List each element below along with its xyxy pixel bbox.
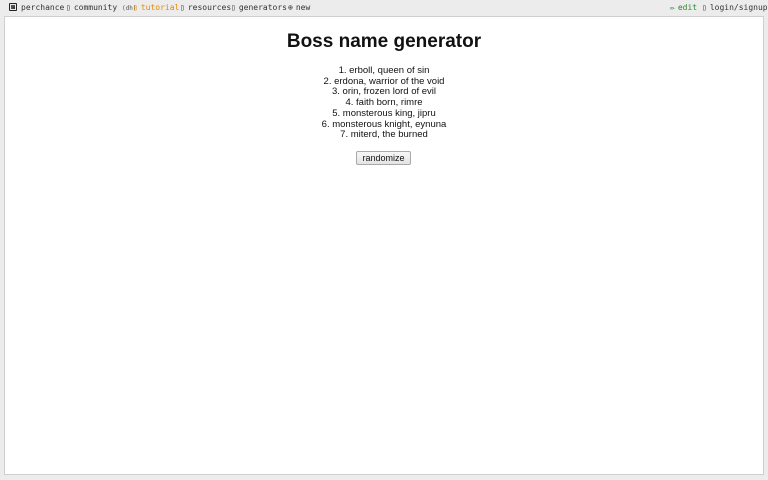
nav-new-label: new — [295, 3, 311, 12]
nav-home-link[interactable]: perchance — [9, 3, 64, 12]
boss-name-list: 1. erboll, queen of sin 2. erdona, warri… — [5, 65, 763, 141]
nav-home-label: perchance — [21, 3, 65, 12]
generator-output-frame: Boss name generator 1. erboll, queen of … — [4, 16, 764, 475]
nav-resources-label: resources — [187, 3, 232, 12]
top-navigation-bar: perchance ▯ community (dh) ▯ tutorial ▯ res… — [0, 0, 768, 16]
nav-generators-link[interactable]: ▯ generators — [231, 3, 287, 12]
nav-new-link[interactable]: ⊕ new — [288, 3, 310, 12]
pencil-icon: ✏ — [670, 3, 675, 12]
nav-edit-link[interactable]: ✏ edit — [670, 3, 697, 12]
nav-tutorial-link[interactable]: ▯ tutorial — [133, 3, 179, 12]
nav-login-label: login/signup — [709, 3, 768, 12]
tutorial-icon: ▯ — [133, 3, 138, 12]
user-icon: ▯ — [702, 3, 707, 12]
nav-resources-link[interactable]: ▯ resources — [180, 3, 231, 12]
generators-icon: ▯ — [231, 3, 236, 12]
list-item: 7. miterd, the burned — [340, 129, 428, 141]
list-item: 5. monsterous king, jipru — [332, 107, 436, 119]
nav-community-link[interactable]: ▯ community (dh) — [66, 3, 136, 12]
page-title: Boss name generator — [286, 31, 482, 52]
dice-icon — [9, 3, 17, 11]
community-icon: ▯ — [66, 3, 71, 12]
resources-icon: ▯ — [180, 3, 185, 12]
plus-circle-icon: ⊕ — [288, 3, 293, 12]
nav-community-label: community — [73, 3, 118, 12]
nav-tutorial-label: tutorial — [140, 3, 180, 12]
nav-edit-label: edit — [677, 3, 698, 12]
randomize-button[interactable]: randomize — [356, 151, 411, 165]
nav-generators-label: generators — [238, 3, 287, 12]
nav-login-link[interactable]: ▯ login/signup — [702, 3, 768, 12]
